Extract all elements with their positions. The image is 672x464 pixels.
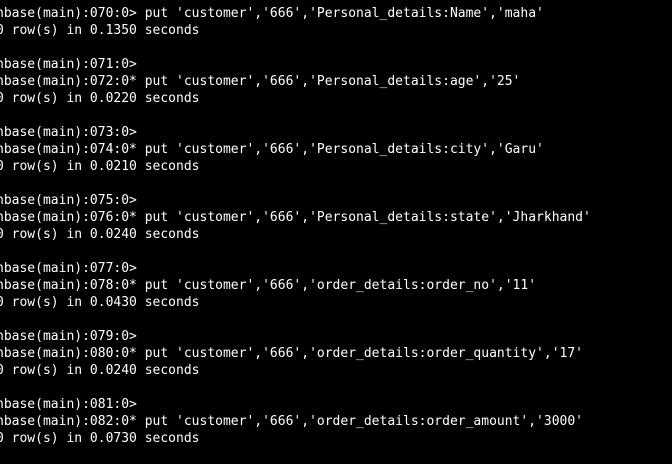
terminal-line: hbase(main):076:0* put 'customer','666',… bbox=[0, 210, 591, 225]
terminal-line: 0 row(s) in 0.0240 seconds bbox=[0, 227, 200, 242]
terminal-line: hbase(main):077:0> bbox=[0, 261, 137, 276]
terminal-window[interactable]: hbase(main):070:0> put 'customer','666',… bbox=[0, 0, 672, 464]
terminal-line: hbase(main):075:0> bbox=[0, 193, 137, 208]
terminal-output: hbase(main):070:0> put 'customer','666',… bbox=[0, 5, 591, 447]
terminal-line: hbase(main):079:0> bbox=[0, 329, 137, 344]
terminal-line: hbase(main):072:0* put 'customer','666',… bbox=[0, 74, 521, 89]
terminal-line: hbase(main):070:0> put 'customer','666',… bbox=[0, 6, 544, 21]
terminal-line: 0 row(s) in 0.0240 seconds bbox=[0, 363, 200, 378]
terminal-line: hbase(main):074:0* put 'customer','666',… bbox=[0, 142, 544, 157]
terminal-line: 0 row(s) in 0.0220 seconds bbox=[0, 91, 200, 106]
terminal-line: 0 row(s) in 0.0730 seconds bbox=[0, 431, 200, 446]
terminal-line: 0 row(s) in 0.0430 seconds bbox=[0, 295, 200, 310]
terminal-line: hbase(main):073:0> bbox=[0, 125, 137, 140]
terminal-line: 0 row(s) in 0.0210 seconds bbox=[0, 159, 200, 174]
terminal-line: hbase(main):071:0> bbox=[0, 57, 137, 72]
terminal-line: 0 row(s) in 0.1350 seconds bbox=[0, 23, 200, 38]
terminal-line: hbase(main):078:0* put 'customer','666',… bbox=[0, 278, 537, 293]
terminal-line: hbase(main):081:0> bbox=[0, 397, 137, 412]
terminal-line: hbase(main):082:0* put 'customer','666',… bbox=[0, 414, 583, 429]
terminal-line: hbase(main):080:0* put 'customer','666',… bbox=[0, 346, 583, 361]
